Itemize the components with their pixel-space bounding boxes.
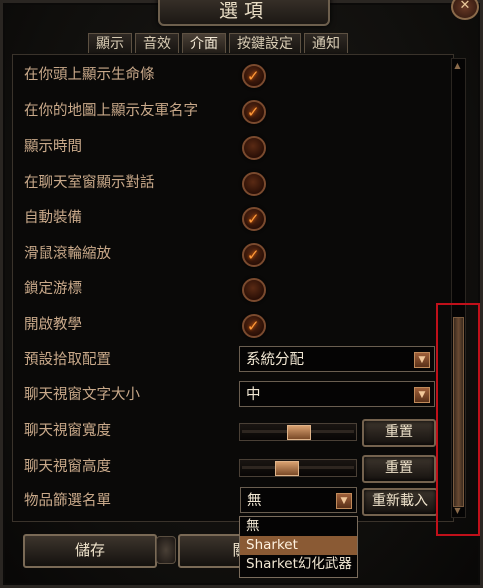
- checkbox-ally-names[interactable]: ✓: [242, 100, 266, 124]
- dropdown-arrow-icon[interactable]: ▼: [336, 493, 352, 509]
- dropdown-arrow-icon[interactable]: ▼: [414, 352, 430, 368]
- checkbox-wheel-zoom[interactable]: ✓: [242, 243, 266, 267]
- dropdown-option-sharket-weapons[interactable]: Sharket幻化武器: [240, 555, 357, 574]
- tab-audio[interactable]: 音效: [135, 33, 179, 53]
- footer-ornament: [156, 536, 176, 564]
- save-button[interactable]: 儲存: [23, 534, 157, 568]
- setting-label-life-overhead: 在你頭上顯示生命條: [24, 67, 155, 83]
- checkbox-lock-cursor[interactable]: ✓: [242, 278, 266, 302]
- item-filter-dropdown-list: 無 Sharket Sharket幻化武器: [239, 516, 358, 578]
- loot-config-select[interactable]: 系統分配 ▼: [239, 346, 435, 372]
- chat-font-size-select[interactable]: 中 ▼: [239, 381, 435, 407]
- setting-label-item-filter: 物品篩選名單: [24, 493, 111, 509]
- tab-interface[interactable]: 介面: [182, 33, 226, 53]
- item-filter-value: 無: [247, 493, 262, 509]
- chat-height-reset-button[interactable]: 重置: [362, 455, 436, 483]
- tab-display[interactable]: 顯示: [88, 33, 132, 53]
- setting-label-lock-cursor: 鎖定游標: [24, 281, 82, 297]
- check-mark-icon: ✓: [247, 246, 260, 264]
- chat-width-slider[interactable]: [239, 423, 357, 441]
- close-icon[interactable]: ✕: [451, 0, 479, 20]
- check-mark-icon: ✓: [247, 103, 260, 121]
- check-mark-icon: ✓: [247, 67, 260, 85]
- setting-label-chat-font-size: 聊天視窗文字大小: [24, 387, 140, 403]
- setting-label-chat-width: 聊天視窗寬度: [24, 423, 111, 439]
- slider-thumb[interactable]: [287, 425, 311, 440]
- setting-label-chat-dialogue: 在聊天室窗顯示對話: [24, 175, 155, 191]
- tab-notifications[interactable]: 通知: [304, 33, 348, 53]
- settings-panel: 在你頭上顯示生命條 ✓ 在你的地圖上顯示友軍名字 ✓ 顯示時間 ✓ 在聊天室窗顯…: [12, 54, 454, 522]
- dropdown-option-sharket[interactable]: Sharket: [240, 536, 357, 555]
- check-mark-icon: ✓: [247, 210, 260, 228]
- item-filter-reload-button[interactable]: 重新載入: [362, 488, 438, 516]
- item-filter-select[interactable]: 無 ▼: [240, 487, 357, 513]
- scrollbar-highlight-box: [436, 303, 480, 536]
- slider-thumb[interactable]: [275, 461, 299, 476]
- chat-width-reset-button[interactable]: 重置: [362, 419, 436, 447]
- scroll-up-icon[interactable]: ▲: [452, 61, 463, 70]
- chat-font-size-value: 中: [246, 387, 261, 403]
- options-window: 選項 ✕ 顯示 音效 介面 按鍵設定 通知 在你頭上顯示生命條 ✓ 在你的地圖上…: [0, 0, 483, 588]
- checkbox-tutorial[interactable]: ✓: [242, 314, 266, 338]
- setting-label-loot-config: 預設拾取配置: [24, 352, 111, 368]
- setting-label-wheel-zoom: 滑鼠滾輪縮放: [24, 246, 111, 262]
- setting-label-show-time: 顯示時間: [24, 139, 82, 155]
- loot-config-value: 系統分配: [246, 352, 304, 368]
- checkbox-auto-equip[interactable]: ✓: [242, 207, 266, 231]
- dropdown-arrow-icon[interactable]: ▼: [414, 387, 430, 403]
- dropdown-option-none[interactable]: 無: [240, 517, 357, 536]
- setting-label-auto-equip: 自動裝備: [24, 210, 82, 226]
- window-title: 選項: [158, 0, 330, 26]
- chat-height-slider[interactable]: [239, 459, 357, 477]
- setting-label-chat-height: 聊天視窗高度: [24, 459, 111, 475]
- checkbox-chat-dialogue[interactable]: ✓: [242, 172, 266, 196]
- tab-bar: 顯示 音效 介面 按鍵設定 通知: [88, 33, 348, 54]
- setting-label-tutorial: 開啟教學: [24, 317, 82, 333]
- checkbox-show-time[interactable]: ✓: [242, 136, 266, 160]
- checkbox-life-overhead[interactable]: ✓: [242, 64, 266, 88]
- check-mark-icon: ✓: [247, 317, 260, 335]
- tab-keybindings[interactable]: 按鍵設定: [229, 33, 301, 53]
- setting-label-ally-names: 在你的地圖上顯示友軍名字: [24, 103, 198, 119]
